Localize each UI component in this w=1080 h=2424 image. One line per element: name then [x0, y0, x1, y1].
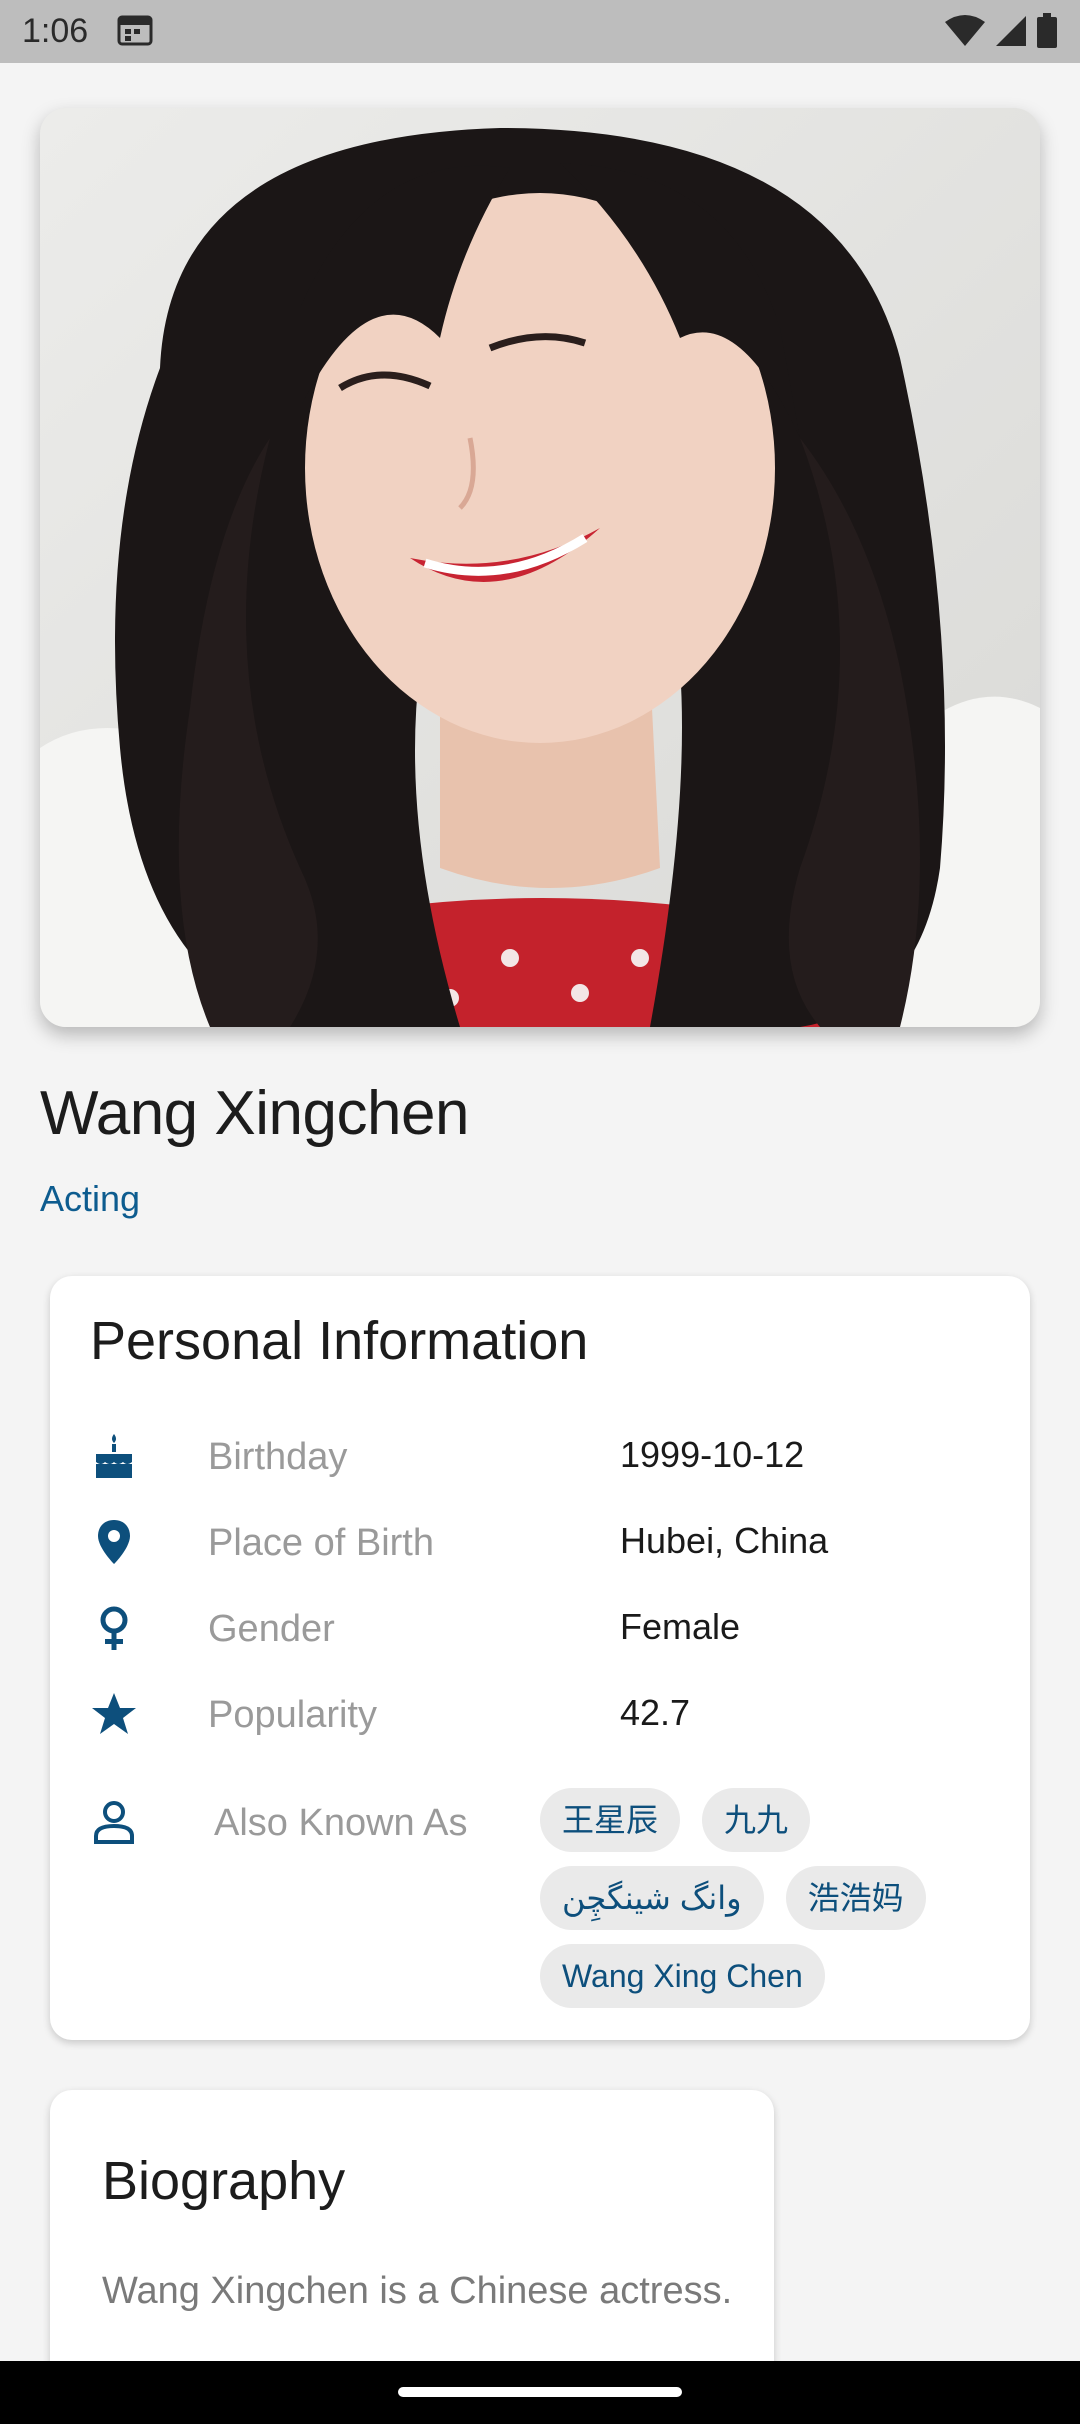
- info-row-birthday: Birthday 1999-10-12: [90, 1422, 990, 1492]
- gender-value: Female: [620, 1606, 741, 1647]
- person-icon: [90, 1798, 138, 1846]
- known-for-department: Acting: [40, 1178, 141, 1219]
- home-gesture-handle[interactable]: [398, 2387, 682, 2397]
- calendar-icon: [117, 14, 153, 51]
- aka-chip[interactable]: وانگ شینگچِن: [540, 1866, 764, 1930]
- info-row-also-known-as: Also Known As 王星辰 九九 وانگ شینگچِن 浩浩妈 Wa…: [90, 1788, 990, 2008]
- aka-chip[interactable]: 九九: [702, 1788, 811, 1852]
- info-row-gender: Gender Female: [90, 1594, 990, 1664]
- wifi-icon: [944, 14, 986, 53]
- place-of-birth-value: Hubei, China: [620, 1520, 829, 1561]
- popularity-label: Popularity: [208, 1694, 377, 1736]
- cake-icon: [90, 1432, 138, 1480]
- aka-chip[interactable]: 王星辰: [540, 1788, 681, 1852]
- birthday-label: Birthday: [208, 1436, 348, 1478]
- gender-label: Gender: [208, 1608, 335, 1650]
- status-time: 1:06: [22, 12, 89, 50]
- personal-information-card: Personal Information Birthday 1999-10-12…: [50, 1276, 1030, 2040]
- person-name: Wang Xingchen: [40, 1079, 469, 1148]
- also-known-as-chips: 王星辰 九九 وانگ شینگچِن 浩浩妈 Wang Xing Chen: [540, 1788, 1010, 2008]
- star-icon: [90, 1690, 138, 1738]
- info-row-place-of-birth: Place of Birth Hubei, China: [90, 1508, 990, 1578]
- status-bar: 1:06: [0, 0, 1080, 63]
- navigation-bar: [0, 2361, 1080, 2424]
- popularity-value: 42.7: [620, 1692, 691, 1733]
- biography-card: Biography Wang Xingchen is a Chinese act…: [50, 2090, 774, 2390]
- also-known-as-label: Also Known As: [214, 1802, 468, 1844]
- birthday-value: 1999-10-12: [620, 1434, 805, 1475]
- place-of-birth-label: Place of Birth: [208, 1522, 434, 1564]
- aka-chip[interactable]: Wang Xing Chen: [540, 1944, 825, 2008]
- location-pin-icon: [90, 1518, 138, 1566]
- info-row-popularity: Popularity 42.7: [90, 1680, 990, 1750]
- signal-icon: [994, 14, 1028, 53]
- biography-title: Biography: [102, 2151, 346, 2211]
- aka-chip[interactable]: 浩浩妈: [785, 1866, 926, 1930]
- female-gender-icon: [90, 1604, 138, 1652]
- biography-text: Wang Xingchen is a Chinese actress.: [102, 2270, 733, 2312]
- personal-information-title: Personal Information: [90, 1311, 589, 1371]
- battery-icon: [1036, 13, 1058, 54]
- profile-photo: [40, 108, 1040, 1027]
